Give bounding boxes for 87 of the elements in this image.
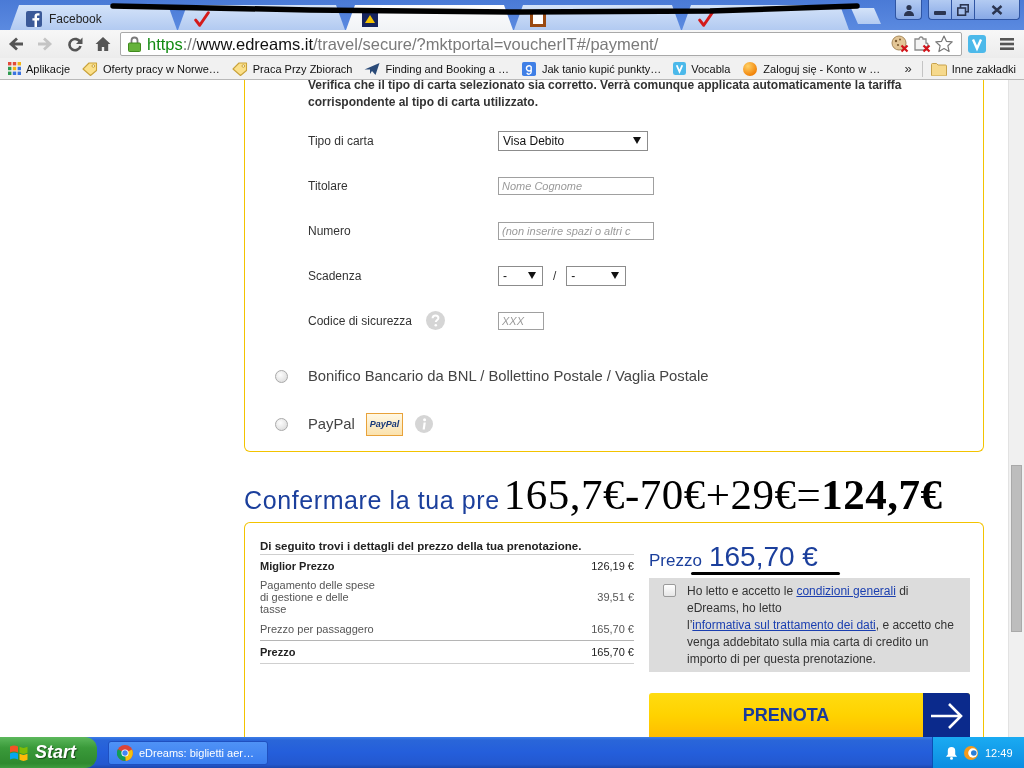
windows-flag-icon (9, 743, 29, 762)
ball-icon (742, 61, 759, 76)
dropdown-arrow-icon (528, 272, 536, 279)
price-title: Prezzo (649, 551, 702, 571)
menu-icon[interactable] (1000, 37, 1014, 51)
date-separator: / (553, 268, 557, 283)
checkmark-icon (194, 10, 210, 27)
checkbox[interactable] (663, 584, 676, 597)
user-icon (902, 3, 915, 16)
field-label: Numero (308, 223, 351, 238)
bookmark-item[interactable]: Vocabla (673, 61, 731, 76)
price-value: 165,70 € (591, 646, 634, 658)
dropdown-arrow-icon (611, 272, 620, 279)
terms-link[interactable]: informativa sul trattamento dei dati (692, 618, 876, 632)
clock: 12:49 (985, 746, 1013, 759)
price-calculation-annotation: 165,7€-70€+29€=124,7€ (503, 473, 943, 517)
browser-icon (117, 744, 133, 761)
home-icon[interactable] (95, 36, 111, 52)
terms-text: Ho letto e accetto le condizioni generali di eDreams, ho letto l’informativa sul trattamento dei dati, e accetto che venga addebitato sulla mia carta di credito un importo di per questa prenotazione. (687, 583, 955, 668)
prenota-button[interactable]: PRENOTA (649, 693, 970, 737)
terms-link[interactable]: condizioni generali (796, 584, 896, 598)
total-price: 165,70 € (708, 541, 818, 572)
field-label: Codice di sicurezza (308, 313, 413, 328)
tag-icon (82, 61, 99, 76)
field-label: Scadenza (308, 268, 362, 283)
more-bookmarks-button[interactable]: » (904, 61, 912, 76)
price-label: Prezzo per passaggero (260, 623, 374, 635)
bookmark-item[interactable]: Aplikacje (8, 61, 71, 76)
bell-icon[interactable] (945, 745, 958, 760)
payment-method-label: PayPal (308, 416, 355, 432)
restore-icon (957, 3, 969, 16)
radio-button[interactable] (275, 417, 288, 431)
card-type-select[interactable]: Visa Debito (498, 130, 648, 151)
price-label: Miglior Prezzo (260, 559, 335, 572)
arrow-right-icon (923, 693, 970, 737)
radio-button[interactable] (275, 369, 288, 383)
price-label: Pagamento delle spese di gestione e delle tasse (260, 579, 376, 615)
cookie-blocked-icon[interactable] (891, 35, 909, 53)
security-code-input[interactable]: XXX (498, 311, 544, 330)
price-value: 126,19 € (591, 559, 634, 572)
text-input[interactable]: (non inserire spazi o altri c (498, 221, 654, 240)
card-type-notice: Verifica che il tipo di carta selezionato sia corretto. Verrà comunque applicata automaticamente la tariffa corrispondente al tipo di carta utilizzato. (308, 80, 903, 111)
price-value: 165,70 € (591, 623, 634, 635)
bookmark-folder[interactable]: Inne zakładki (930, 61, 1016, 76)
field-label: Tipo di carta (308, 133, 374, 148)
field-label: Titolare (308, 178, 348, 193)
g-tile-icon (520, 61, 537, 76)
start-button[interactable]: Start (0, 737, 97, 768)
browser-tab[interactable]: Facebook (10, 5, 177, 30)
puzzle-blocked-icon[interactable] (913, 35, 931, 53)
address-field[interactable]: https://www.edreams.it/travel/secure/?mktportal=voucherIT#/payment/ (120, 32, 962, 56)
letter-f-icon (26, 10, 42, 27)
price-details-intro: Di seguito trovi i dettagli del prezzo della tua prenotazione. (260, 538, 634, 555)
bookmark-item[interactable]: Finding and Booking a … (364, 61, 509, 76)
user-button[interactable] (895, 0, 922, 20)
ring-icon[interactable] (964, 745, 978, 760)
lock-icon (128, 36, 141, 52)
month-select[interactable]: - (498, 265, 543, 286)
reload-icon[interactable] (67, 36, 83, 52)
new-tab-button[interactable] (851, 8, 881, 24)
v-tile-icon (673, 62, 687, 75)
payment-method-label: Bonifico Bancario da BNL / Bollettino Postale / Vaglia Postale (308, 368, 709, 384)
bookmark-item[interactable]: Oferty pracy w Norwe… (82, 61, 220, 76)
back-icon[interactable] (8, 36, 24, 52)
price-label: Prezzo (260, 646, 296, 658)
year-select[interactable]: - (566, 265, 627, 286)
paper-plane-icon (364, 61, 381, 76)
paypal-logo: PayPal (365, 412, 403, 436)
bookmark-item[interactable]: Praca Przy Zbiorach (231, 61, 353, 76)
bookmark-item[interactable]: Zaloguj się - Konto w … (742, 61, 881, 76)
close-icon (991, 4, 1003, 15)
star-icon[interactable] (935, 35, 953, 53)
minimize-icon (934, 11, 946, 15)
v-tile-icon[interactable] (968, 35, 986, 53)
tag-icon (231, 61, 248, 76)
folder-icon (930, 61, 947, 76)
text-input[interactable]: Nome Cognome (498, 176, 654, 195)
price-value: 39,51 € (597, 591, 634, 603)
scrollbar-thumb[interactable] (1011, 465, 1022, 632)
close-button[interactable] (975, 0, 1020, 20)
scrollbar[interactable] (1008, 80, 1024, 737)
dropdown-arrow-icon (633, 137, 641, 144)
section-heading: Confermare la tua pre (244, 485, 500, 516)
apps-grid-icon (8, 62, 21, 75)
restore-button[interactable] (951, 0, 975, 20)
minimize-button[interactable] (928, 0, 951, 20)
bookmark-item[interactable]: Jak tanio kupić punkty… (520, 61, 662, 76)
